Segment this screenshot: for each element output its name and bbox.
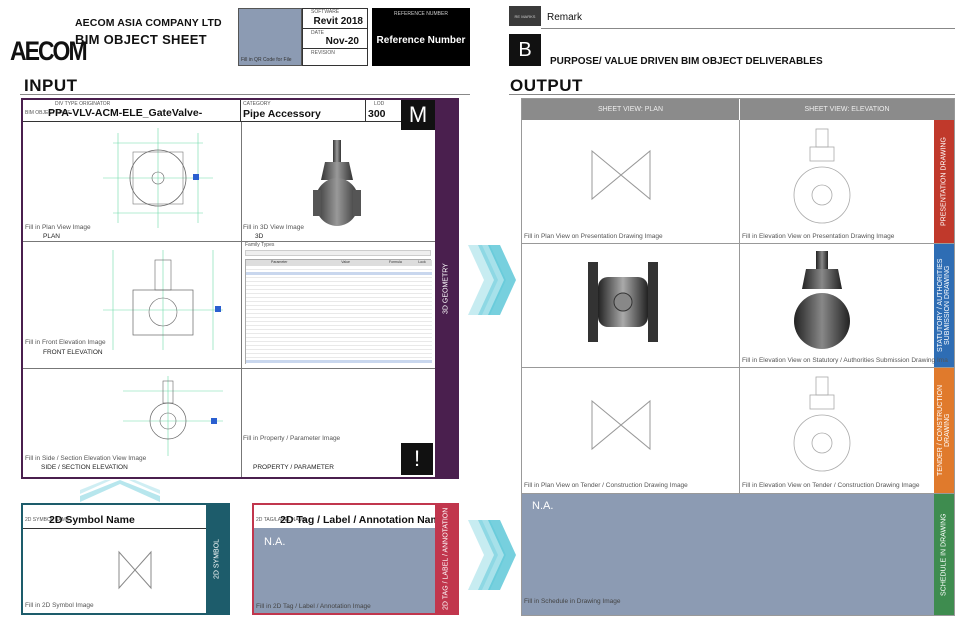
view3d-label: 3D (255, 233, 264, 240)
symbol-side-label: 2D SYMBOL (206, 505, 228, 613)
qr-code-placeholder: Fill in QR Code for File (238, 8, 302, 66)
input-title: INPUT (24, 76, 78, 95)
side-elevation-drawing (123, 376, 223, 456)
prop-table-body: Parameter Value Formula Lock (245, 259, 432, 365)
valve-plan-3d-2 (588, 262, 658, 342)
valve-3d-drawing (313, 140, 361, 226)
output-plan-caption-1: Fill in Plan View on Presentation Drawin… (524, 233, 663, 240)
valve-elevation-3d-2 (794, 251, 850, 349)
category-tag: CATEGORY (243, 101, 271, 107)
side-schedule: SCHEDULE IN DRAWING (934, 494, 954, 615)
valve-symbol-icon (118, 550, 152, 590)
prop-table-group-1 (246, 272, 432, 275)
side-caption: Fill in Side / Section Elevation View Im… (25, 455, 147, 462)
schedule-caption: Fill in Schedule in Drawing Image (524, 598, 621, 605)
chevron-right-icon (468, 245, 516, 315)
purpose-icon: B (509, 34, 541, 66)
output-frame: SHEET VIEW: PLAN SHEET VIEW: ELEVATION P… (521, 98, 955, 616)
company-name: AECOM ASIA COMPANY LTD (75, 17, 222, 29)
prop-label: PROPERTY / PARAMETER (253, 464, 334, 471)
date-label: DATE (311, 30, 324, 36)
output-hdivider-2 (522, 367, 954, 368)
plan-view-drawing (103, 128, 213, 228)
output-rule (509, 94, 955, 95)
output-elev-caption-1: Fill in Elevation View on Presentation D… (742, 233, 895, 240)
category-cell: CATEGORY Pipe Accessory (241, 100, 366, 122)
side-tender: TENDER / CONSTRUCTION DRAWING (934, 368, 954, 493)
object-name: PPA-VLV-ACM-ELE_GateValve- (48, 107, 203, 119)
sheet-title: BIM OBJECT SHEET (75, 32, 207, 47)
valve-elevation-outline-1 (793, 128, 851, 224)
output-hdivider-1 (522, 243, 954, 244)
input-side-label: 3D GEOMETRY (435, 100, 457, 477)
reference-label: REFERENCE NUMBER (394, 11, 448, 17)
annotation-caption: Fill in 2D Tag / Label / Annotation Imag… (256, 603, 371, 610)
input-hdivider-2 (23, 368, 435, 369)
output-title: OUTPUT (510, 76, 583, 95)
date-value: Nov-20 (325, 36, 359, 47)
up-arrow-icon (80, 480, 160, 502)
schedule-na: N.A. (532, 500, 554, 512)
reference-value: Reference Number (376, 35, 466, 46)
prop-caption: Fill in Property / Parameter Image (243, 435, 341, 442)
annotation-name: 2D Tag / Label / Annotation Name (280, 514, 446, 526)
input-rule (20, 94, 470, 95)
software-value: Revit 2018 (313, 16, 363, 27)
valve-elevation-outline-3 (793, 376, 851, 472)
output-vdivider (739, 120, 740, 493)
remark-tag: RE MARKS (509, 6, 541, 26)
remark-divider (541, 28, 955, 29)
lod-tag: LOD (374, 101, 385, 107)
output-plan-caption-3: Fill in Plan View on Tender / Constructi… (524, 482, 688, 489)
prop-table-title: Family Types (245, 242, 275, 248)
front-caption: Fill in Front Elevation Image (25, 339, 106, 346)
output-elev-caption-3: Fill in Elevation View on Tender / Const… (742, 482, 920, 489)
schedule-image-area: N.A. Fill in Schedule in Drawing Image (522, 494, 934, 615)
category-value: Pipe Accessory (243, 108, 321, 120)
software-cell: SOFTWARE Revit 2018 (303, 9, 367, 29)
view3d-caption: Fill in 3D View Image (243, 224, 304, 231)
object-name-cell: DIV TYPE ORIGINATOR BIM OBJECT NAME PPA-… (23, 100, 241, 122)
side-section-label: SIDE / SECTION ELEVATION (41, 464, 128, 471)
property-icon: ! (401, 443, 433, 475)
chevron-right-icon-2 (468, 520, 516, 590)
input-vdivider (241, 122, 242, 477)
reference-box: REFERENCE NUMBER Reference Number (372, 8, 470, 66)
output-col-plan: SHEET VIEW: PLAN (522, 99, 739, 120)
purpose-text: PURPOSE/ VALUE DRIVEN BIM OBJECT DELIVER… (550, 56, 823, 67)
software-label: SOFTWARE (311, 9, 340, 15)
valve-plan-symbol-1 (591, 149, 651, 201)
side-presentation: PRESENTATION DRAWING (934, 120, 954, 243)
annotation-side-label: 2D TAG / LABEL / ANNOTATION (435, 505, 457, 613)
output-col-elevation: SHEET VIEW: ELEVATION (740, 99, 954, 120)
date-cell: DATE Nov-20 (303, 29, 367, 49)
output-elev-caption-2: Fill in Elevation View on Statutory / Au… (742, 357, 948, 364)
annotation-na: N.A. (264, 536, 286, 548)
model-icon: M (401, 100, 435, 130)
revision-label: REVISION (311, 50, 335, 56)
symbol-name: 2D Symbol Name (49, 514, 135, 526)
symbol-panel: 2D SYMBOL NAME 2D Symbol Name Fill in 2D… (21, 503, 230, 615)
remark-text: Remark (547, 12, 583, 23)
annotation-panel: 2D TAG/LABEL NAME 2D Tag / Label / Annot… (252, 503, 459, 615)
lod-value: 300 (368, 108, 386, 120)
symbol-caption: Fill in 2D Symbol Image (25, 602, 94, 609)
qr-caption: Fill in QR Code for File (241, 57, 292, 63)
lod-cell: LOD 300 (366, 100, 401, 122)
prop-table-group-2 (246, 360, 432, 363)
meta-box: SOFTWARE Revit 2018 DATE Nov-20 REVISION (302, 8, 368, 66)
input-frame: 3D GEOMETRY DIV TYPE ORIGINATOR BIM OBJE… (21, 98, 459, 479)
valve-plan-symbol-3 (591, 399, 651, 451)
side-statutory: STATUTORY / AUTHORITIES SUBMISSION DRAWI… (934, 244, 954, 367)
front-label: FRONT ELEVATION (43, 349, 103, 356)
prop-table-rows (246, 266, 432, 365)
plan-caption: Fill in Plan View Image (25, 224, 91, 231)
plan-label: PLAN (43, 233, 60, 240)
prop-table-toolbar (245, 250, 431, 256)
property-table-image: Family Types Parameter Value Formula Loc… (243, 242, 433, 366)
annotation-image-area: N.A. Fill in 2D Tag / Label / Annotation… (254, 528, 435, 613)
front-elevation-drawing (103, 250, 223, 350)
symbol-rule (23, 528, 206, 529)
